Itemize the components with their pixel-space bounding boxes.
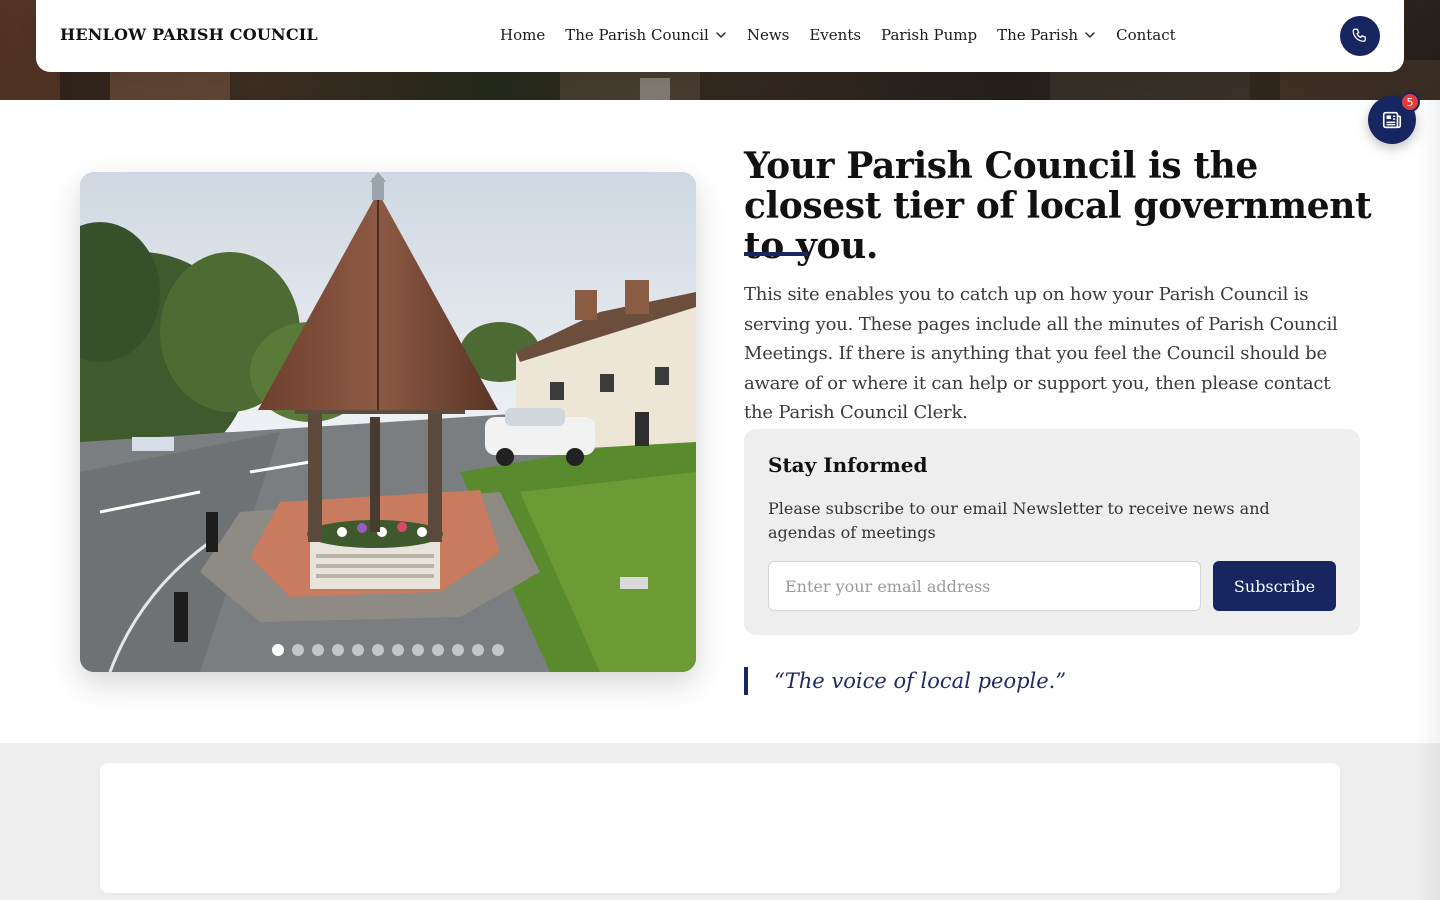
nav-item-the-parish-council[interactable]: The Parish Council [565,26,727,44]
intro-paragraph: This site enables you to catch up on how… [744,284,1338,423]
slideshow-dot[interactable] [452,644,464,656]
motto-quote: “The voice of local people.” [744,667,1066,695]
nav-item-label: Contact [1116,26,1176,44]
nav-item-label: News [746,26,790,44]
chevron-down-icon [716,32,726,38]
slideshow-dot[interactable] [292,644,304,656]
slideshow-dot[interactable] [332,644,344,656]
nav-item-label: Parish Pump [881,26,978,44]
nav-item-news[interactable]: News [747,26,790,44]
page-edge-shadow [1416,100,1440,900]
slideshow-dot[interactable] [272,644,284,656]
page-headline: Your Parish Council is the closest tier … [744,145,1372,267]
nav-item-contact[interactable]: Contact [1116,26,1176,44]
slideshow-dot[interactable] [472,644,484,656]
slideshow-dot[interactable] [412,644,424,656]
slideshow-dot[interactable] [312,644,324,656]
slideshow-dot[interactable] [492,644,504,656]
nav-item-parish-pump[interactable]: Parish Pump [881,26,977,44]
nav-item-label: The Parish [997,26,1079,44]
newsletter-description: Please subscribe to our email Newsletter… [768,499,1270,542]
content-card [100,763,1340,893]
newsletter-title: Stay Informed [768,453,928,477]
village-pump-photo [80,172,696,672]
nav-item-home[interactable]: Home [500,26,545,44]
email-input[interactable] [768,561,1201,611]
nav-item-label: The Parish Council [565,26,709,44]
headline-divider [744,252,808,256]
nav-item-the-parish[interactable]: The Parish [997,26,1096,44]
nav-item-label: Events [809,26,862,44]
slideshow-dot[interactable] [392,644,404,656]
slideshow-dot[interactable] [372,644,384,656]
photo-slideshow[interactable] [80,172,696,672]
newsletter-card: Stay Informed Please subscribe to our em… [744,429,1360,635]
slideshow-dot[interactable] [352,644,364,656]
main-navbar: HENLOW PARISH COUNCIL Home The Parish Co… [36,0,1404,72]
nav-item-label: Home [500,26,546,44]
phone-icon [1352,28,1366,42]
subscribe-button[interactable]: Subscribe [1213,561,1336,611]
slideshow-dots [80,644,696,656]
newspaper-icon [1382,111,1402,129]
nav-menu: Home The Parish Council News Events Pari… [500,26,1176,44]
chevron-down-icon [1085,32,1095,38]
site-title[interactable]: HENLOW PARISH COUNCIL [60,25,318,44]
phone-button[interactable] [1340,16,1380,56]
slideshow-dot[interactable] [432,644,444,656]
nav-item-events[interactable]: Events [809,26,861,44]
